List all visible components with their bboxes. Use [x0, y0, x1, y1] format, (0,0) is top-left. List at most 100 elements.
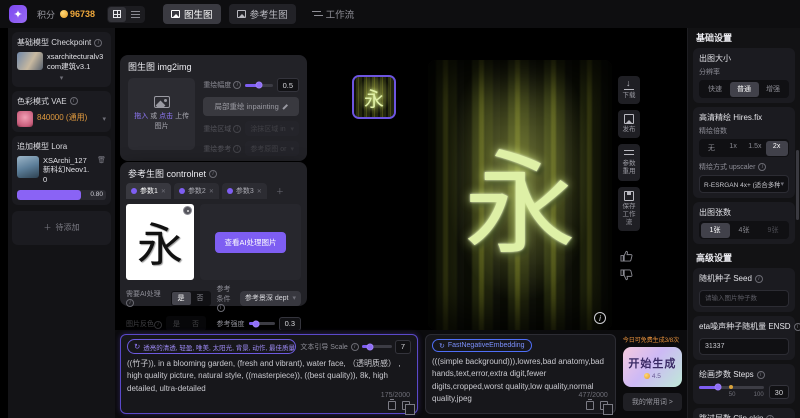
- info-icon[interactable]: i: [70, 97, 78, 105]
- close-icon[interactable]: ✕: [209, 188, 214, 195]
- negative-embedding-pill[interactable]: ↻ FastNegativeEmbedding: [432, 339, 532, 352]
- invert-yes[interactable]: 是: [167, 317, 186, 330]
- feedback-buttons: [620, 250, 633, 281]
- add-controlnet-tab-button[interactable]: ＋: [270, 186, 290, 197]
- redraw-area-dropdown[interactable]: 涂抹区域 in ▾: [245, 121, 299, 136]
- positive-prompt-box[interactable]: ↻ 透亮的清透, 轻盈, 唯美, 太阳光, 背景, 动作, 最佳质量 文本引导 …: [120, 334, 418, 414]
- lora-weight-slider[interactable]: 0.80: [17, 190, 106, 200]
- expand-negative-icon[interactable]: [600, 401, 608, 410]
- upscaler-dropdown[interactable]: R-ESRGAN 4x+ (适合多种风 ▾: [699, 175, 789, 193]
- save-workflow-button[interactable]: 保存工作流: [618, 187, 640, 231]
- steps-value[interactable]: 30: [769, 385, 789, 399]
- seed-input[interactable]: [699, 290, 789, 307]
- prompt-tags-pill[interactable]: ↻ 透亮的清透, 轻盈, 唯美, 太阳光, 背景, 动作, 最佳质量: [127, 339, 296, 354]
- list-view-button[interactable]: [126, 7, 144, 22]
- info-icon[interactable]: i: [766, 415, 774, 418]
- ai-process-yes[interactable]: 是: [172, 292, 191, 305]
- ensd-input[interactable]: [699, 338, 789, 355]
- grid-view-button[interactable]: [108, 7, 126, 22]
- ai-process-toggle[interactable]: 是 否: [171, 291, 211, 306]
- thumbs-down-icon[interactable]: [620, 269, 633, 281]
- info-icon[interactable]: i: [794, 323, 800, 331]
- expand-prompt-icon[interactable]: [402, 401, 410, 410]
- gear-icon[interactable]: [183, 206, 192, 215]
- steps-slider[interactable]: [699, 386, 764, 389]
- invert-no[interactable]: 否: [186, 317, 205, 330]
- lora-delete-icon[interactable]: 🗑: [97, 156, 106, 164]
- count-4[interactable]: 4张: [730, 223, 759, 238]
- ai-process-label: 需要AI处理: [126, 291, 161, 298]
- vae-select[interactable]: 840000 (通用) ▾: [17, 111, 106, 127]
- image-info-icon[interactable]: i: [594, 312, 606, 324]
- controlnet-tab-1[interactable]: 参数1 ✕: [126, 183, 171, 199]
- info-icon[interactable]: i: [209, 170, 217, 178]
- refresh-icon[interactable]: ↻: [134, 342, 140, 351]
- image-count-title: 出图张数: [699, 207, 789, 218]
- clear-prompt-icon[interactable]: [388, 401, 396, 410]
- info-icon[interactable]: i: [758, 163, 766, 171]
- inpainting-button[interactable]: 局部重绘 inpainting: [203, 97, 299, 116]
- resolution-normal[interactable]: 普通: [730, 82, 759, 97]
- info-icon[interactable]: i: [217, 304, 225, 312]
- hires-2x[interactable]: 2x: [766, 141, 788, 156]
- controlnet-tab-3[interactable]: 参数3 ✕: [222, 183, 267, 199]
- count-9[interactable]: 9张: [759, 223, 788, 238]
- invert-toggle[interactable]: 是 否: [166, 316, 206, 331]
- strength-slider[interactable]: [249, 322, 275, 325]
- resolution-enhanced[interactable]: 增强: [759, 82, 788, 97]
- redraw-ref-dropdown[interactable]: 参考原图 or ▾: [245, 141, 299, 156]
- negative-prompt-box[interactable]: ↻ FastNegativeEmbedding (((simple backgr…: [425, 334, 616, 414]
- download-button[interactable]: 下载: [618, 76, 640, 104]
- info-icon[interactable]: i: [757, 371, 765, 379]
- info-icon[interactable]: i: [126, 299, 134, 307]
- clear-negative-icon[interactable]: [586, 401, 594, 410]
- publish-label: 发布: [622, 126, 636, 134]
- cfg-scale-slider[interactable]: [362, 345, 392, 348]
- positive-prompt-text[interactable]: ((竹子)), in a blooming garden, (fresh and…: [127, 358, 411, 402]
- generate-button[interactable]: 开始生成 4.5: [623, 347, 682, 387]
- sidebar-scrollbar[interactable]: [796, 150, 799, 220]
- publish-button[interactable]: 发布: [618, 110, 640, 138]
- checkpoint-expand-chevron-icon[interactable]: ▾: [17, 74, 106, 82]
- denoise-slider[interactable]: [245, 84, 272, 87]
- hires-none[interactable]: 无: [701, 141, 723, 156]
- count-1[interactable]: 1张: [701, 223, 730, 238]
- upload-drag-label[interactable]: 拖入: [134, 113, 148, 120]
- info-icon[interactable]: i: [351, 343, 359, 351]
- result-thumbnail[interactable]: 永: [352, 75, 396, 119]
- image-upload-dropzone[interactable]: 拖入 或 点击 上传图片: [128, 78, 195, 150]
- controlnet-tab-2[interactable]: 参数2 ✕: [174, 183, 219, 199]
- generated-image-card[interactable]: 永 i: [428, 60, 612, 330]
- reuse-params-button[interactable]: 参数重用: [618, 144, 640, 180]
- cfg-scale-value[interactable]: 7: [395, 340, 411, 354]
- denoise-value[interactable]: 0.5: [277, 78, 299, 92]
- resolution-fast[interactable]: 快速: [701, 82, 730, 97]
- checkpoint-row[interactable]: xsarchitecturalv3com建筑v3.1: [17, 52, 106, 72]
- vae-title: 色彩模式 VAE: [17, 96, 67, 107]
- close-icon[interactable]: ✕: [161, 188, 166, 195]
- cfg-scale-control: 文本引导 Scale i 7: [300, 340, 411, 354]
- hires-1-5x[interactable]: 1.5x: [744, 141, 766, 156]
- hires-1x[interactable]: 1x: [722, 141, 744, 156]
- view-ai-processed-button[interactable]: 查看AI处理图片: [215, 232, 285, 253]
- thumbs-up-icon[interactable]: [620, 250, 633, 262]
- settings-sidebar: 参数设置 历史作图 基础设置 出图大小 分辨率 快速 普通 增强 高清精绘 Hi…: [687, 0, 800, 418]
- tab-img2img[interactable]: 图生图: [163, 4, 221, 24]
- controlnet-reference-image[interactable]: 永: [126, 204, 194, 280]
- ai-process-no[interactable]: 否: [191, 292, 210, 305]
- tab-workflow[interactable]: 工作流: [304, 4, 363, 24]
- close-icon[interactable]: ✕: [257, 188, 262, 195]
- ensd-card: eta噪声种子随机量 ENSDi: [693, 316, 795, 360]
- lora-item[interactable]: XSArchi_127新科幻Neov1.0 🗑: [17, 156, 106, 185]
- info-icon[interactable]: i: [94, 39, 102, 47]
- app-logo-icon[interactable]: ✦: [9, 5, 27, 23]
- tab-reference-gen[interactable]: 参考生图: [229, 4, 296, 24]
- condition-dropdown[interactable]: 参考景深 dept ▾: [240, 291, 301, 306]
- add-lora-button[interactable]: ＋ 待添加: [12, 211, 111, 245]
- refresh-icon[interactable]: ↻: [439, 342, 445, 350]
- info-icon[interactable]: i: [755, 275, 763, 283]
- common-words-button[interactable]: 我的常用词 >: [623, 393, 682, 411]
- info-icon[interactable]: i: [233, 81, 241, 89]
- upload-click-label[interactable]: 点击: [159, 113, 173, 120]
- strength-value[interactable]: 0.3: [279, 317, 301, 331]
